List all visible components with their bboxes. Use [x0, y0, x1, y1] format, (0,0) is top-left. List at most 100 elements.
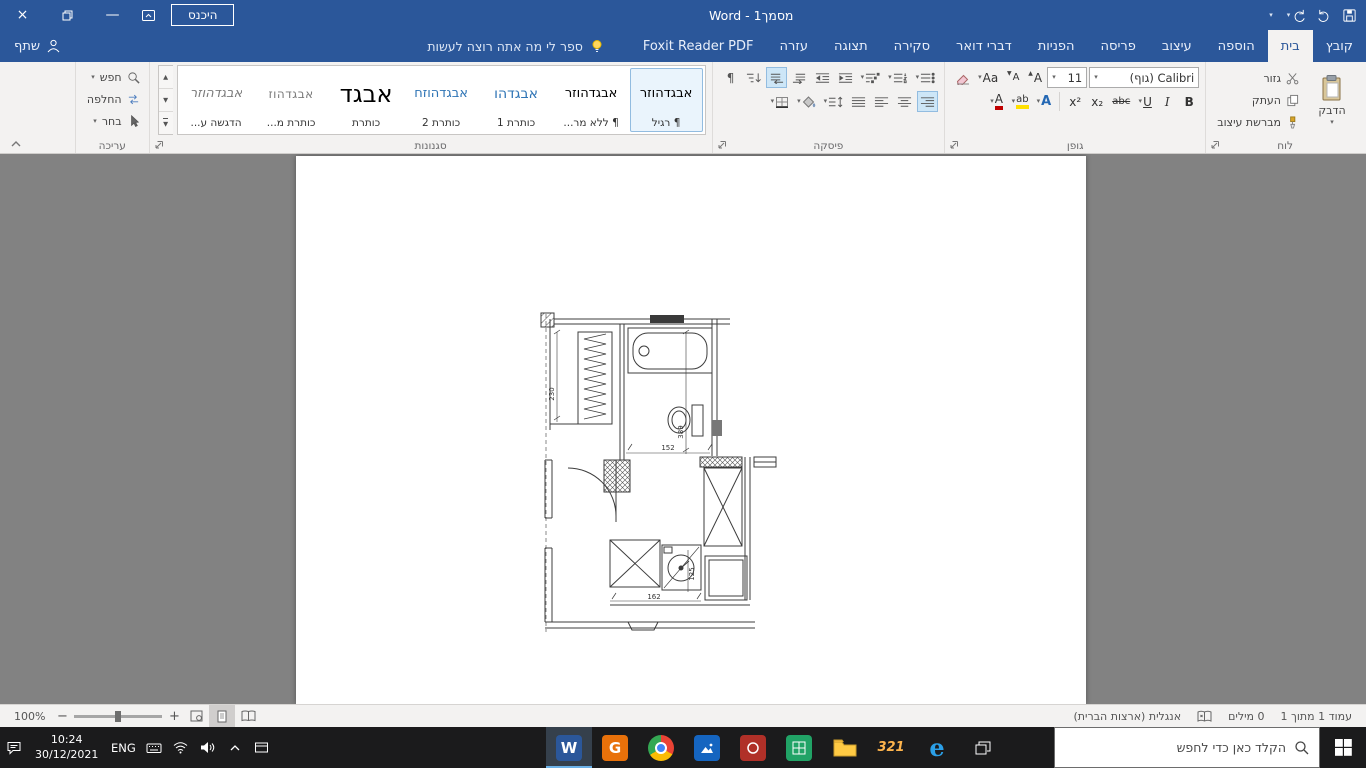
clipboard-dialog-launcher[interactable] [1210, 140, 1220, 150]
tab-insert[interactable]: הוספה [1205, 30, 1268, 62]
italic-button[interactable]: I [1157, 91, 1177, 112]
action-center-button[interactable] [0, 727, 27, 768]
tab-file[interactable]: קובץ [1313, 30, 1366, 62]
document-page[interactable]: 230 389 152 162 125 [296, 156, 1086, 704]
copy-button[interactable]: העתק [1214, 90, 1302, 111]
styles-scroll-up-button[interactable]: ▲ [159, 66, 173, 89]
shrink-font-button[interactable]: A ▼ [1003, 67, 1023, 88]
customize-qat-button[interactable]: ▾ [1258, 0, 1284, 30]
file-explorer-taskbar-icon[interactable] [822, 727, 868, 768]
close-button[interactable]: × [0, 0, 45, 30]
app-red-taskbar-icon[interactable] [730, 727, 776, 768]
network-wifi-button[interactable] [167, 727, 194, 768]
app-321-taskbar-icon[interactable]: 321 [868, 727, 914, 768]
start-button[interactable] [1320, 727, 1366, 768]
cut-button[interactable]: גזור [1214, 68, 1302, 89]
grow-font-button[interactable]: A ▲ [1025, 67, 1045, 88]
style-title[interactable]: אבגד כותרת [330, 68, 403, 132]
bold-button[interactable]: B [1179, 91, 1199, 112]
task-view-button[interactable] [960, 727, 1006, 768]
increase-indent-button[interactable] [812, 67, 833, 88]
zoom-percentage[interactable]: 100% [6, 710, 53, 723]
language-tray-button[interactable]: ENG [106, 727, 140, 768]
word-count[interactable]: 0 מילים [1220, 705, 1272, 727]
shading-button[interactable]: ▾ [794, 91, 819, 112]
align-left-button[interactable] [871, 91, 892, 112]
style-subtle-emphasis[interactable]: אבגדהוזר הדגשה ע... [180, 68, 253, 132]
bullets-button[interactable]: ▾ [913, 67, 939, 88]
highlight-button[interactable]: ab ▾ [1009, 91, 1032, 112]
ribbon-display-options-button[interactable] [135, 0, 161, 30]
tell-me-box[interactable]: ספר לי מה אתה רוצה לעשות [415, 30, 616, 62]
proofing-status[interactable] [1189, 705, 1220, 727]
minimize-button[interactable]: — [90, 0, 135, 30]
style-heading-2[interactable]: אבגדהוזח כותרת 2 [405, 68, 478, 132]
font-color-button[interactable]: A ▾ [987, 91, 1007, 112]
zoom-slider-thumb[interactable] [115, 711, 121, 722]
undo-button[interactable] [1310, 0, 1336, 30]
font-family-combobox[interactable]: Calibri (גוף) ▾ [1089, 67, 1199, 88]
collapse-ribbon-button[interactable] [10, 139, 22, 149]
text-effects-button[interactable]: A ▾ [1034, 91, 1055, 112]
align-right-button[interactable] [917, 91, 938, 112]
hidden-icons-chevron[interactable] [221, 727, 248, 768]
style-normal[interactable]: אבגדהוזר ¶ רגיל [630, 68, 703, 132]
tab-home[interactable]: בית [1268, 30, 1313, 62]
style-no-spacing[interactable]: אבגדהוזר ¶ ללא מר... [555, 68, 628, 132]
search-input[interactable] [1065, 740, 1286, 755]
page-indicator[interactable]: עמוד 1 מתוך 1 [1273, 705, 1360, 727]
tab-layout[interactable]: פריסה [1088, 30, 1149, 62]
font-dialog-launcher[interactable] [949, 140, 959, 150]
tab-view[interactable]: תצוגה [821, 30, 881, 62]
sign-in-button[interactable]: היכנס [171, 4, 234, 26]
rtl-direction-button[interactable] [766, 67, 787, 88]
clock[interactable]: 10:24 30/12/2021 [27, 727, 106, 768]
print-layout-button[interactable] [209, 705, 235, 727]
show-marks-button[interactable]: ¶ [721, 67, 741, 88]
format-painter-button[interactable]: מברשת עיצוב [1214, 112, 1302, 133]
language-indicator[interactable]: אנגלית (ארצות הברית) [1066, 705, 1190, 727]
taskbar-search[interactable] [1054, 727, 1320, 768]
tab-foxit[interactable]: Foxit Reader PDF [630, 30, 767, 62]
clear-formatting-button[interactable] [953, 67, 973, 88]
numbering-button[interactable]: ▾ [885, 67, 911, 88]
borders-button[interactable]: ▾ [768, 91, 793, 112]
word-taskbar-icon[interactable]: W [546, 727, 592, 768]
style-subtitle[interactable]: אבגדהוז כותרת מ... [255, 68, 328, 132]
align-center-button[interactable] [894, 91, 915, 112]
photos-taskbar-icon[interactable] [684, 727, 730, 768]
restore-button[interactable] [45, 0, 90, 30]
change-case-button[interactable]: Aa ▾ [975, 67, 1001, 88]
decrease-indent-button[interactable] [835, 67, 856, 88]
touch-keyboard-button[interactable] [140, 727, 167, 768]
justify-button[interactable] [848, 91, 869, 112]
replace-button[interactable]: החלפה [84, 89, 143, 110]
tab-help[interactable]: עזרה [767, 30, 821, 62]
zoom-out-button[interactable]: − [53, 709, 71, 724]
tab-references[interactable]: הפניות [1025, 30, 1088, 62]
chrome-taskbar-icon[interactable] [638, 727, 684, 768]
app-g-taskbar-icon[interactable]: G [592, 727, 638, 768]
tab-review[interactable]: סקירה [881, 30, 943, 62]
read-mode-button[interactable] [235, 705, 261, 727]
paragraph-dialog-launcher[interactable] [717, 140, 727, 150]
paste-button[interactable]: הדבק ▾ [1306, 65, 1358, 135]
styles-more-button[interactable]: ▼ [159, 112, 173, 134]
underline-button[interactable]: U ▾ [1135, 91, 1155, 112]
zoom-slider[interactable] [74, 715, 162, 718]
line-spacing-button[interactable]: ▾ [821, 91, 847, 112]
tray-window-icon-button[interactable] [248, 727, 275, 768]
volume-button[interactable] [194, 727, 221, 768]
font-size-combobox[interactable]: 11 ▾ [1047, 67, 1087, 88]
save-button[interactable] [1336, 0, 1362, 30]
tab-design[interactable]: עיצוב [1149, 30, 1205, 62]
style-heading-1[interactable]: אבגדהו כותרת 1 [480, 68, 553, 132]
share-button[interactable]: שתף [0, 30, 75, 62]
find-button[interactable]: חפש ▾ [84, 67, 143, 88]
web-layout-button[interactable] [183, 705, 209, 727]
redo-button[interactable]: ▾ [1284, 0, 1310, 30]
strikethrough-button[interactable]: abc [1109, 91, 1133, 112]
styles-scroll-down-button[interactable]: ▼ [159, 89, 173, 112]
subscript-button[interactable]: x₂ [1087, 91, 1107, 112]
select-button[interactable]: בחר ▾ [84, 111, 143, 132]
